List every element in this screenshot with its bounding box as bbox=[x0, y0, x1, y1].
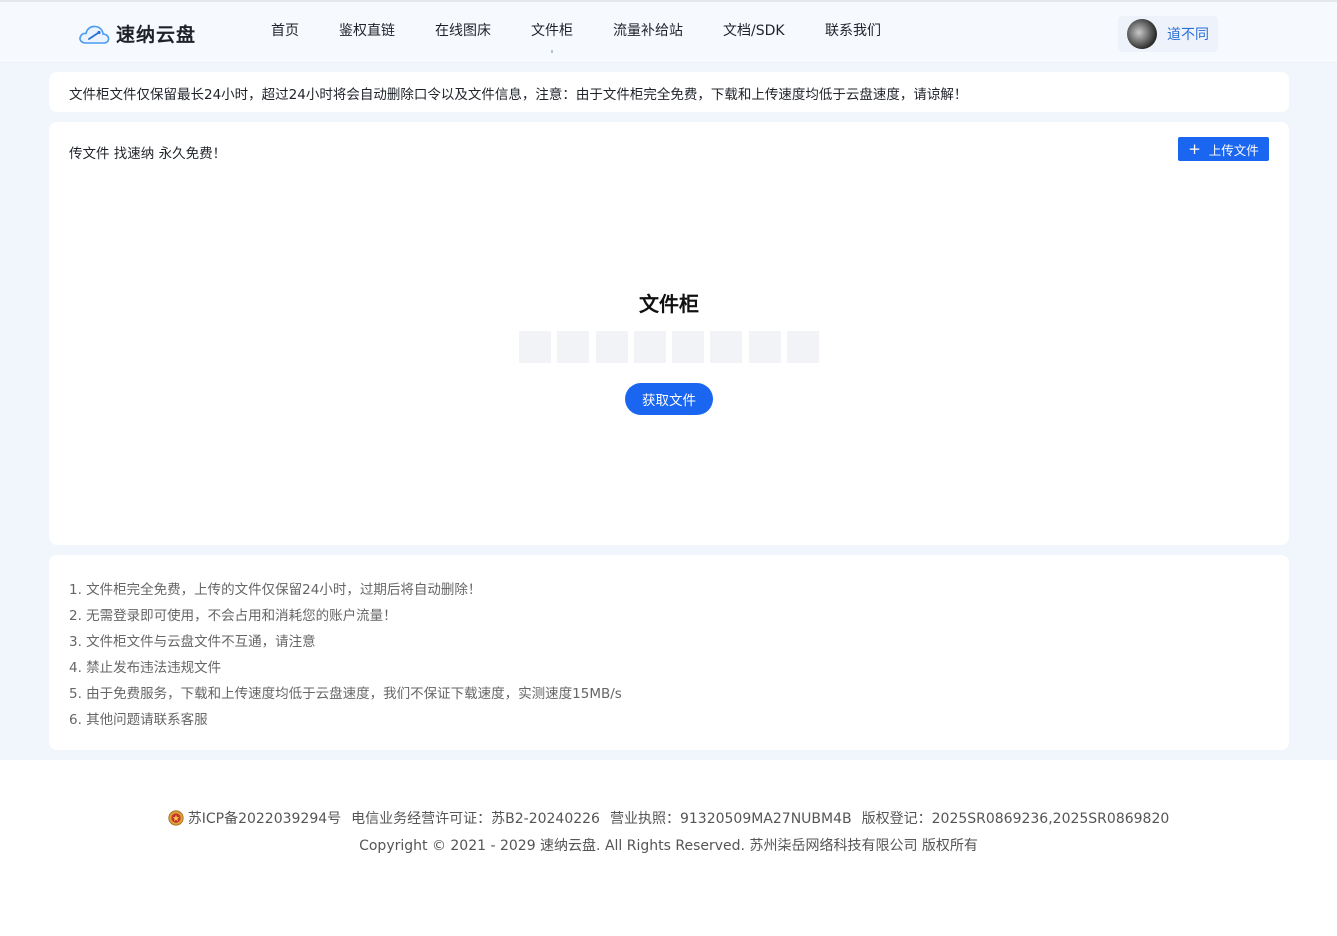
nav-traffic-store[interactable]: 流量补给站 bbox=[613, 22, 683, 40]
code-digit-3[interactable] bbox=[596, 331, 628, 363]
rule-item: 1. 文件柜完全免费，上传的文件仅保留24小时，过期后将自动删除！ bbox=[69, 582, 482, 598]
footer: 苏ICP备2022039294号 电信业务经营许可证：苏B2-20240226 营业… bbox=[0, 760, 1337, 936]
get-file-button[interactable]: 获取文件 bbox=[625, 383, 713, 415]
rule-item: 5. 由于免费服务，下载和上传速度均低于云盘速度，我们不保证下载速度，实测速度1… bbox=[69, 686, 622, 702]
top-navbar: 速纳云盘 首页 鉴权直链 在线图床 文件柜 流量补给站 文档/SDK 联系我们 … bbox=[0, 2, 1337, 63]
nav-file-locker-label: 文件柜 bbox=[531, 23, 573, 39]
logo-text: 速纳云盘 bbox=[116, 24, 197, 46]
nav-auth-link[interactable]: 鉴权直链 bbox=[339, 22, 395, 40]
rule-item: 4. 禁止发布违法违规文件 bbox=[69, 660, 222, 676]
slogan: 传文件 找速纳 永久免费！ bbox=[69, 146, 227, 162]
file-locker-panel: 传文件 找速纳 永久免费！ + 上传文件 文件柜 获取文件 bbox=[49, 122, 1289, 545]
user-menu[interactable]: 道不同 bbox=[1118, 16, 1218, 52]
telecom-license: 电信业务经营许可证：苏B2-20240226 bbox=[351, 811, 600, 827]
plus-icon: + bbox=[1188, 139, 1201, 158]
copyright: Copyright © 2021 - 2029 速纳云盘. All Rights… bbox=[359, 838, 978, 854]
rule-item: 6. 其他问题请联系客服 bbox=[69, 712, 208, 728]
copyright-registration: 版权登记：2025SR0869236,2025SR0869820 bbox=[861, 811, 1170, 827]
notice-text: 文件柜文件仅保留最长24小时，超过24小时将会自动删除口令以及文件信息，注意：由… bbox=[69, 87, 968, 103]
logo[interactable]: 速纳云盘 bbox=[78, 20, 196, 47]
code-digit-6[interactable] bbox=[710, 331, 742, 363]
nav-docs-sdk[interactable]: 文档/SDK bbox=[723, 22, 785, 40]
business-license: 营业执照：91320509MA27NUBM4B bbox=[609, 811, 852, 827]
rules-list: 1. 文件柜完全免费，上传的文件仅保留24小时，过期后将自动删除！ 2. 无需登… bbox=[69, 577, 622, 733]
rule-item: 3. 文件柜文件与云盘文件不互通，请注意 bbox=[69, 634, 316, 650]
upload-file-label: 上传文件 bbox=[1208, 142, 1259, 158]
active-indicator bbox=[551, 50, 553, 53]
nav-home[interactable]: 首页 bbox=[271, 22, 299, 40]
code-digit-4[interactable] bbox=[634, 331, 666, 363]
icp-link[interactable]: 苏ICP备2022039294号 bbox=[188, 811, 341, 827]
username: 道不同 bbox=[1167, 27, 1209, 43]
nav-file-locker[interactable]: 文件柜 bbox=[531, 22, 573, 53]
rule-item: 2. 无需登录即可使用，不会占用和消耗您的账户流量！ bbox=[69, 608, 397, 624]
cloud-logo-icon bbox=[79, 25, 110, 44]
nav-image-host[interactable]: 在线图床 bbox=[435, 22, 491, 40]
code-digit-5[interactable] bbox=[672, 331, 704, 363]
upload-file-button[interactable]: + 上传文件 bbox=[1178, 137, 1269, 161]
footer-registration: 苏ICP备2022039294号 电信业务经营许可证：苏B2-20240226 营业… bbox=[0, 808, 1337, 828]
code-digit-7[interactable] bbox=[749, 331, 781, 363]
rules-panel: 1. 文件柜完全免费，上传的文件仅保留24小时，过期后将自动删除！ 2. 无需登… bbox=[49, 555, 1289, 750]
locker-title: 文件柜 bbox=[639, 292, 699, 316]
avatar bbox=[1127, 19, 1157, 49]
nav-contact[interactable]: 联系我们 bbox=[825, 22, 881, 40]
police-badge-icon bbox=[168, 810, 184, 826]
code-digit-1[interactable] bbox=[519, 331, 551, 363]
code-digit-8[interactable] bbox=[787, 331, 819, 363]
code-digit-2[interactable] bbox=[557, 331, 589, 363]
notice-banner: 文件柜文件仅保留最长24小时，超过24小时将会自动删除口令以及文件信息，注意：由… bbox=[49, 72, 1289, 112]
